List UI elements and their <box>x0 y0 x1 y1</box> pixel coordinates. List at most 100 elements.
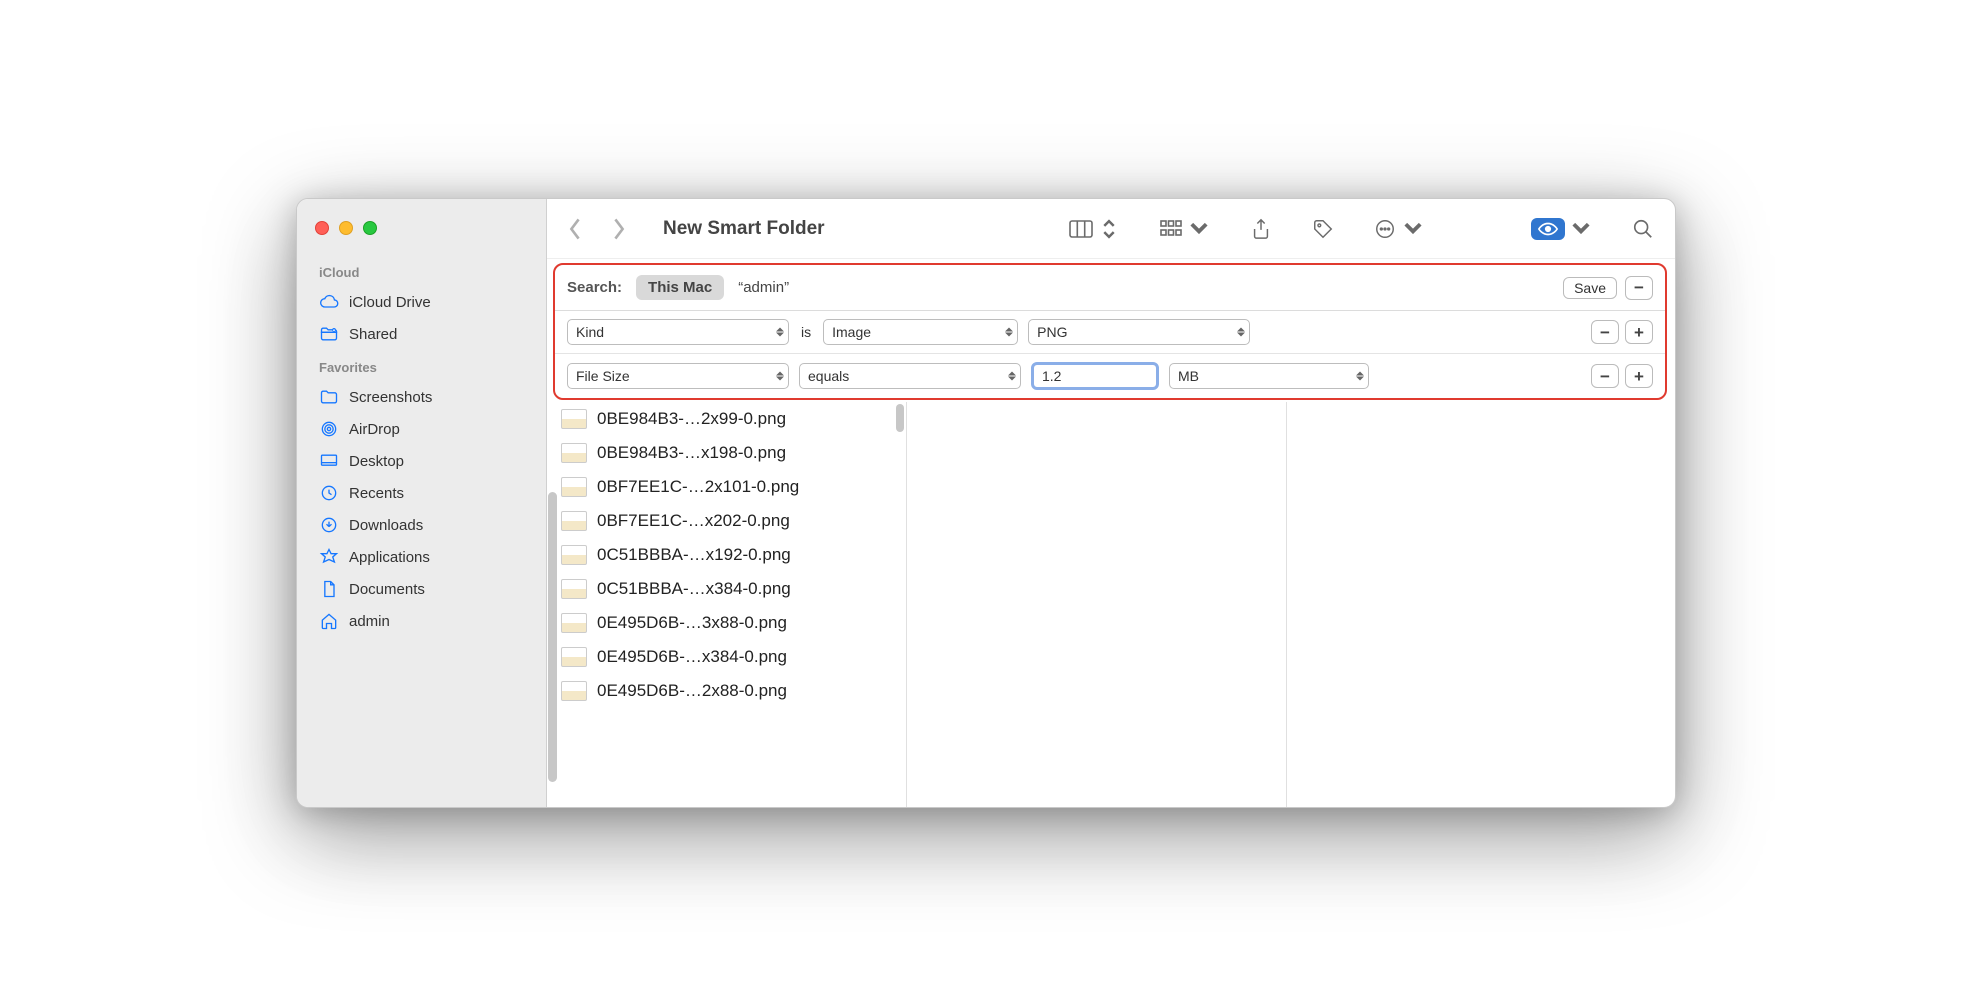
file-row[interactable]: 0E495D6B-…3x88-0.png <box>547 606 906 640</box>
eye-icon <box>1537 221 1559 237</box>
zoom-window-button[interactable] <box>363 221 377 235</box>
sidebar-item-airdrop[interactable]: AirDrop <box>307 413 536 445</box>
sidebar-item-admin[interactable]: admin <box>307 605 536 637</box>
size-unit-dropdown[interactable]: MB <box>1169 363 1369 389</box>
attribute-dropdown[interactable]: Kind <box>567 319 789 345</box>
file-thumbnail-icon <box>561 477 587 497</box>
sidebar-item-label: Recents <box>349 485 404 502</box>
dropdown-value: MB <box>1178 368 1199 384</box>
document-icon <box>319 579 339 599</box>
sidebar-item-label: AirDrop <box>349 421 400 438</box>
sidebar-item-screenshots[interactable]: Screenshots <box>307 381 536 413</box>
dropdown-value: File Size <box>576 368 630 384</box>
sidebar-item-desktop[interactable]: Desktop <box>307 445 536 477</box>
file-thumbnail-icon <box>561 545 587 565</box>
more-actions-button[interactable] <box>1373 218 1425 240</box>
results-area: 0BE984B3-…2x99-0.png 0BE984B3-…x198-0.png… <box>547 402 1675 807</box>
sidebar-item-label: Documents <box>349 581 425 598</box>
sidebar-item-documents[interactable]: Documents <box>307 573 536 605</box>
preview-column <box>1287 402 1675 807</box>
window-title: New Smart Folder <box>663 218 825 240</box>
value-type-dropdown[interactable]: Image <box>823 319 1018 345</box>
chevron-updown-icon <box>1097 218 1121 240</box>
minimize-window-button[interactable] <box>339 221 353 235</box>
file-row[interactable]: 0E495D6B-…2x88-0.png <box>547 674 906 708</box>
share-button[interactable] <box>1249 218 1273 240</box>
search-icon <box>1631 218 1655 240</box>
file-name: 0BE984B3-…x198-0.png <box>597 443 786 463</box>
file-name: 0E495D6B-…x384-0.png <box>597 647 787 667</box>
file-row[interactable]: 0BE984B3-…x198-0.png <box>547 436 906 470</box>
file-row[interactable]: 0E495D6B-…x384-0.png <box>547 640 906 674</box>
dropdown-value: Kind <box>576 324 604 340</box>
sidebar-item-label: Downloads <box>349 517 423 534</box>
file-row[interactable]: 0C51BBBA-…x384-0.png <box>547 572 906 606</box>
file-thumbnail-icon <box>561 579 587 599</box>
search-label: Search: <box>567 279 622 296</box>
search-button[interactable] <box>1631 218 1655 240</box>
sidebar-section-favorites: Favorites <box>307 350 536 381</box>
remove-criteria-button[interactable]: − <box>1591 320 1619 344</box>
value-subtype-dropdown[interactable]: PNG <box>1028 319 1250 345</box>
file-thumbnail-icon <box>561 409 587 429</box>
size-value-input[interactable]: 1.2 <box>1031 362 1159 390</box>
file-name: 0BF7EE1C-…x202-0.png <box>597 511 790 531</box>
tags-button[interactable] <box>1311 218 1335 240</box>
sidebar-item-label: Desktop <box>349 453 404 470</box>
sidebar-item-label: iCloud Drive <box>349 294 431 311</box>
home-icon <box>319 611 339 631</box>
criteria-row-filesize: File Size equals 1.2 MB − + <box>555 354 1665 398</box>
scrollbar-thumb[interactable] <box>896 404 904 432</box>
scope-this-mac[interactable]: This Mac <box>636 275 724 300</box>
comparator-dropdown[interactable]: equals <box>799 363 1021 389</box>
forward-button[interactable] <box>611 217 627 241</box>
shared-folder-icon <box>319 324 339 344</box>
file-name: 0E495D6B-…3x88-0.png <box>597 613 787 633</box>
back-button[interactable] <box>567 217 583 241</box>
file-thumbnail-icon <box>561 647 587 667</box>
remove-criteria-button[interactable]: − <box>1591 364 1619 388</box>
add-criteria-button[interactable]: + <box>1625 364 1653 388</box>
view-group-button[interactable] <box>1159 218 1211 240</box>
attribute-dropdown[interactable]: File Size <box>567 363 789 389</box>
input-value: 1.2 <box>1042 368 1061 384</box>
scope-admin[interactable]: admin <box>738 279 789 296</box>
file-thumbnail-icon <box>561 681 587 701</box>
sidebar-scrollbar-thumb[interactable] <box>548 492 557 782</box>
results-column[interactable]: 0BE984B3-…2x99-0.png 0BE984B3-…x198-0.png… <box>547 402 907 807</box>
airdrop-icon <box>319 419 339 439</box>
desktop-icon <box>319 451 339 471</box>
toolbar: New Smart Folder <box>547 199 1675 259</box>
file-thumbnail-icon <box>561 443 587 463</box>
close-window-button[interactable] <box>315 221 329 235</box>
criteria-row-kind: Kind is Image PNG − + <box>555 311 1665 354</box>
chevron-down-icon <box>1401 218 1425 240</box>
sidebar-item-downloads[interactable]: Downloads <box>307 509 536 541</box>
sidebar-item-label: admin <box>349 613 390 630</box>
file-name: 0BE984B3-…2x99-0.png <box>597 409 786 429</box>
file-row[interactable]: 0BF7EE1C-…2x101-0.png <box>547 470 906 504</box>
main-area: New Smart Folder <box>547 199 1675 807</box>
preview-toggle-button[interactable] <box>1531 218 1593 240</box>
file-name: 0C51BBBA-…x192-0.png <box>597 545 791 565</box>
download-icon <box>319 515 339 535</box>
add-criteria-button[interactable]: + <box>1625 320 1653 344</box>
joiner-text: is <box>799 324 813 340</box>
sidebar-item-shared[interactable]: Shared <box>307 318 536 350</box>
folder-icon <box>319 387 339 407</box>
file-name: 0BF7EE1C-…2x101-0.png <box>597 477 799 497</box>
sidebar-item-recents[interactable]: Recents <box>307 477 536 509</box>
sidebar-item-label: Applications <box>349 549 430 566</box>
view-columns-button[interactable] <box>1069 218 1121 240</box>
file-row[interactable]: 0C51BBBA-…x192-0.png <box>547 538 906 572</box>
sidebar-section-icloud: iCloud <box>307 255 536 286</box>
file-row[interactable]: 0BE984B3-…2x99-0.png <box>547 402 906 436</box>
sidebar-item-applications[interactable]: Applications <box>307 541 536 573</box>
remove-search-button[interactable]: − <box>1625 276 1653 300</box>
sidebar-item-label: Shared <box>349 326 397 343</box>
save-search-button[interactable]: Save <box>1563 277 1617 299</box>
sidebar-item-icloud-drive[interactable]: iCloud Drive <box>307 286 536 318</box>
file-row[interactable]: 0BF7EE1C-…x202-0.png <box>547 504 906 538</box>
tag-icon <box>1311 218 1335 240</box>
share-icon <box>1249 218 1273 240</box>
